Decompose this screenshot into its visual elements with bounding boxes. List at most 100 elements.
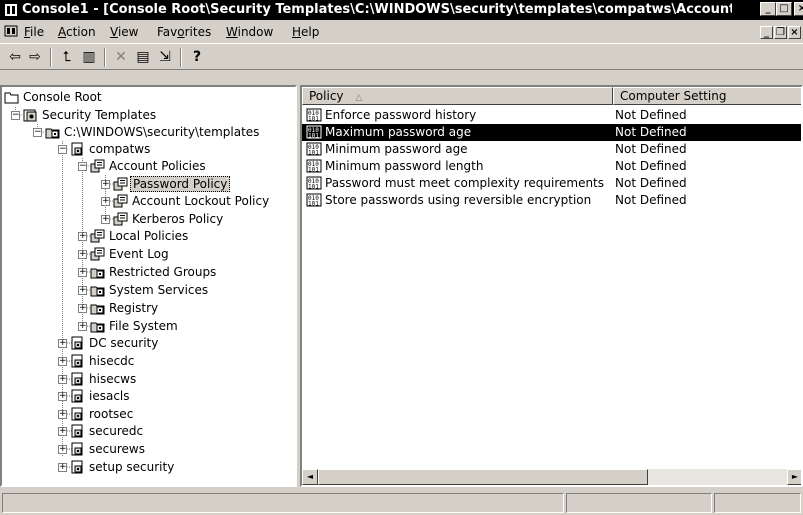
close-button[interactable]: ×: [794, 2, 803, 16]
scroll-right-button[interactable]: ►: [787, 469, 801, 485]
tree-node-label[interactable]: DC security: [87, 335, 160, 351]
template-icon: [71, 424, 83, 438]
expand-icon[interactable]: +: [78, 250, 87, 259]
sort-ascending-icon: △: [355, 93, 363, 103]
tree-node-label[interactable]: Local Policies: [107, 228, 190, 244]
expand-icon[interactable]: +: [58, 357, 67, 366]
expand-icon[interactable]: +: [101, 180, 110, 189]
tree-node-label[interactable]: File System: [107, 318, 180, 334]
policy-name: Password must meet complexity requiremen…: [325, 176, 605, 190]
policy-row[interactable]: 010 101 Minimum password length Not Defined: [302, 158, 801, 175]
policy-row[interactable]: 010 101 Enforce password history Not Define…: [302, 107, 801, 124]
title-bar[interactable]: Console1 - [Console Root\Security Templa…: [0, 0, 803, 20]
policy-name: Minimum password age: [325, 142, 468, 156]
policy-row[interactable]: 010 101 Password must meet complexity requ…: [302, 175, 801, 192]
mdi-minimize-button[interactable]: _: [760, 26, 773, 39]
expand-icon[interactable]: +: [58, 392, 67, 401]
tree-node-label[interactable]: Account Policies: [107, 158, 208, 174]
menu-action[interactable]: Action: [58, 25, 96, 39]
template-icon: [71, 442, 83, 456]
details-pane[interactable]: Policy △ Computer Setting 010 101 Enforce …: [300, 85, 803, 487]
menu-file[interactable]: File: [24, 25, 44, 39]
tree-node-label[interactable]: C:\WINDOWS\security\templates: [62, 124, 261, 140]
status-panel-2: [566, 493, 712, 513]
policy-row[interactable]: 010 101 Minimum password age Not Defined: [302, 141, 801, 158]
expand-icon[interactable]: +: [58, 463, 67, 472]
up-one-level-icon[interactable]: ⮤: [58, 48, 76, 66]
mdi-restore-button[interactable]: ❐: [774, 26, 787, 39]
column-header-policy[interactable]: Policy △: [302, 87, 613, 105]
tree-node-label[interactable]: Restricted Groups: [107, 264, 218, 280]
collapse-icon[interactable]: −: [78, 162, 87, 171]
mdi-close-button[interactable]: ×: [788, 26, 801, 39]
tree-node-label[interactable]: Account Lockout Policy: [130, 193, 271, 209]
scroll-left-button[interactable]: ◄: [302, 469, 318, 485]
mmc-app-icon[interactable]: [4, 3, 18, 17]
forward-arrow-icon[interactable]: ⇨: [26, 48, 44, 66]
template-folder-icon: [90, 268, 105, 279]
tree-node-label[interactable]: Event Log: [107, 246, 171, 262]
properties-icon[interactable]: ▤: [134, 48, 152, 66]
policy-row[interactable]: 010 101 Maximum password age Not Defined: [302, 124, 801, 141]
delete-icon[interactable]: ✕: [112, 48, 130, 66]
menu-window[interactable]: Window: [226, 25, 273, 39]
show-hide-tree-icon[interactable]: ▥: [80, 48, 98, 66]
toolbar-separator: [104, 48, 106, 67]
template-icon: [71, 354, 83, 368]
policy-row[interactable]: 010 101 Store passwords using reversible e…: [302, 192, 801, 209]
expand-icon[interactable]: +: [58, 427, 67, 436]
menu-view[interactable]: View: [110, 25, 138, 39]
template-icon: [71, 336, 83, 350]
column-header-setting-label: Computer Setting: [620, 89, 727, 103]
tree-node-label[interactable]: compatws: [87, 141, 152, 157]
expand-icon[interactable]: +: [78, 322, 87, 331]
tree-node-label[interactable]: Security Templates: [40, 107, 158, 123]
tree-node-label[interactable]: Password Policy: [130, 176, 231, 192]
expand-icon[interactable]: +: [78, 286, 87, 295]
tree-node-label[interactable]: iesacls: [87, 388, 132, 404]
help-icon[interactable]: ?: [188, 48, 206, 66]
security-templates-icon: [23, 109, 37, 122]
collapse-icon[interactable]: −: [33, 128, 42, 137]
template-folder-icon: [90, 286, 105, 297]
tree-node-label[interactable]: securedc: [87, 423, 145, 439]
expand-icon[interactable]: +: [58, 339, 67, 348]
template-icon: [71, 389, 83, 403]
tree-pane[interactable]: Console Root − Security Templates − C:\WINDO…: [0, 85, 297, 487]
tree-node-label[interactable]: System Services: [107, 282, 210, 298]
tree-node-label[interactable]: Console Root: [21, 89, 104, 105]
back-arrow-icon[interactable]: ⇦: [6, 48, 24, 66]
scroll-thumb[interactable]: [318, 469, 648, 485]
column-header-computer-setting[interactable]: Computer Setting: [613, 87, 801, 105]
collapse-icon[interactable]: −: [58, 145, 67, 154]
expand-icon[interactable]: +: [78, 232, 87, 241]
collapse-icon[interactable]: −: [11, 111, 20, 120]
expand-icon[interactable]: +: [78, 304, 87, 313]
expand-icon[interactable]: +: [58, 445, 67, 454]
tree-node-label[interactable]: setup security: [87, 459, 176, 475]
svg-text:101: 101: [308, 201, 319, 208]
toolbar-separator: [50, 48, 52, 67]
menu-help[interactable]: Help: [292, 25, 319, 39]
expand-icon[interactable]: +: [101, 197, 110, 206]
policy-folder-icon: [113, 177, 128, 191]
tree-node-label[interactable]: Kerberos Policy: [130, 211, 225, 227]
tree-node-label[interactable]: securews: [87, 441, 147, 457]
tree-node-label[interactable]: rootsec: [87, 406, 135, 422]
expand-icon[interactable]: +: [58, 410, 67, 419]
tree-node-label[interactable]: hisecdc: [87, 353, 136, 369]
expand-icon[interactable]: +: [58, 375, 67, 384]
export-list-icon[interactable]: ⇲: [156, 48, 174, 66]
status-panel-3: [714, 493, 801, 513]
computer-setting-value: Not Defined: [615, 176, 687, 190]
horizontal-scrollbar[interactable]: ◄ ►: [302, 469, 801, 485]
minimize-button[interactable]: _: [760, 2, 776, 16]
maximize-button[interactable]: □: [776, 2, 792, 16]
expand-icon[interactable]: +: [78, 268, 87, 277]
mmc-window: Console1 - [Console Root\Security Templa…: [0, 0, 803, 515]
expand-icon[interactable]: +: [101, 215, 110, 224]
tree-node-label[interactable]: Registry: [107, 300, 160, 316]
console-icon[interactable]: [4, 24, 18, 38]
tree-node-label[interactable]: hisecws: [87, 371, 138, 387]
menu-favorites[interactable]: Favorites: [157, 25, 211, 39]
